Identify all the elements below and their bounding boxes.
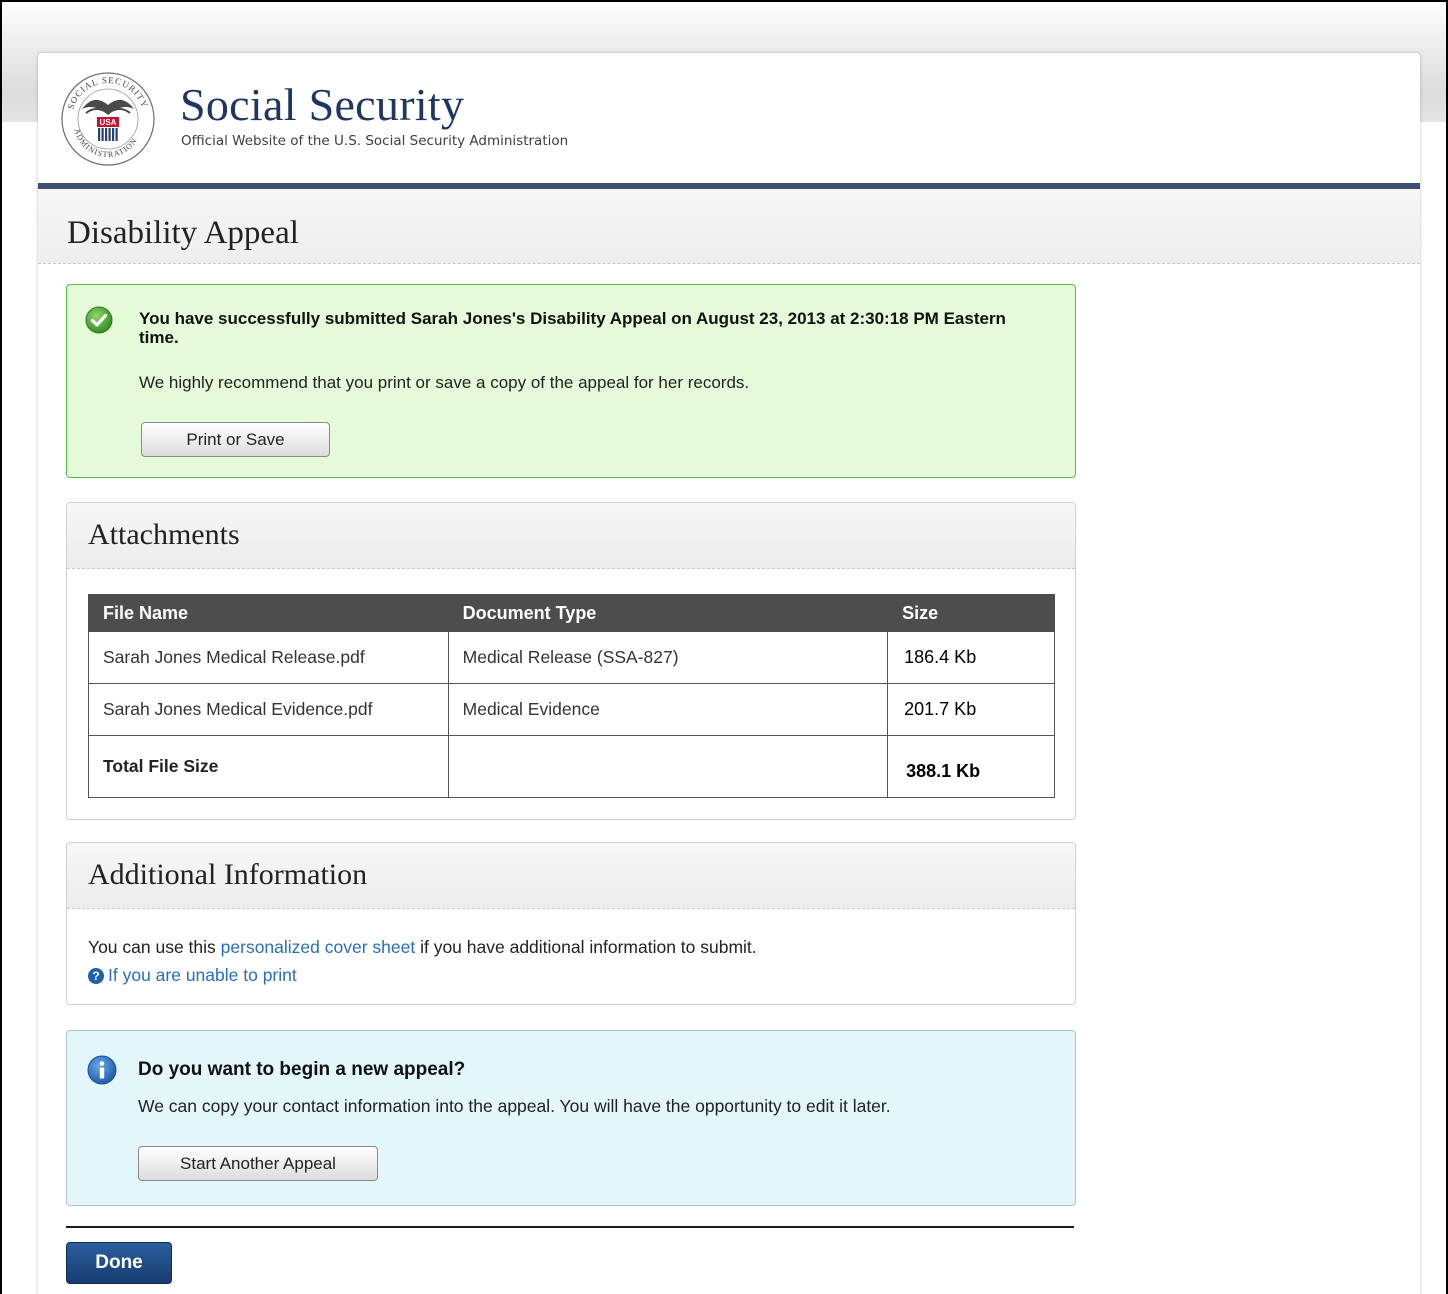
info-circle-icon: [87, 1055, 117, 1085]
new-appeal-text: We can copy your contact information int…: [138, 1096, 891, 1116]
additional-info-text-before: You can use this: [88, 937, 221, 957]
total-size-cell: 388.1 Kb: [887, 735, 1055, 798]
attachments-panel-header: Attachments: [67, 503, 1075, 569]
success-alert: You have successfully submitted Sarah Jo…: [66, 284, 1076, 478]
unable-to-print-link[interactable]: If you are unable to print: [108, 965, 297, 985]
additional-info-text: You can use this personalized cover shee…: [88, 937, 757, 958]
page-title: Disability Appeal: [67, 215, 299, 251]
brand-title: Social Security: [180, 79, 465, 130]
additional-information-panel: Additional Information You can use this …: [66, 842, 1076, 1005]
additional-info-text-after: if you have additional information to su…: [415, 937, 757, 957]
ssa-seal-logo: SOCIAL SECURITY ADMINISTRATION USA: [61, 72, 155, 166]
additional-information-title: Additional Information: [88, 858, 368, 891]
check-circle-icon: [85, 306, 113, 334]
file-size-cell: 201.7 Kb: [887, 683, 1055, 736]
table-row: Sarah Jones Medical Release.pdf Medical …: [88, 631, 1055, 684]
attachments-title: Attachments: [88, 518, 240, 551]
new-appeal-title: Do you want to begin a new appeal?: [138, 1059, 466, 1080]
total-label-cell: Total File Size: [88, 735, 449, 798]
table-row: Sarah Jones Medical Evidence.pdf Medical…: [88, 683, 1055, 736]
svg-text:USA: USA: [100, 118, 117, 127]
help-line: ? If you are unable to print: [88, 965, 297, 986]
brand-subtitle: Official Website of the U.S. Social Secu…: [181, 133, 569, 149]
window-frame: SOCIAL SECURITY ADMINISTRATION USA Socia…: [0, 0, 1448, 1294]
document-type-cell: Medical Release (SSA-827): [447, 631, 889, 684]
new-appeal-alert: Do you want to begin a new appeal? We ca…: [66, 1030, 1076, 1206]
column-header-document-type: Document Type: [447, 594, 889, 632]
attachments-panel: Attachments File Name Document Type Size…: [66, 502, 1076, 820]
main-card: SOCIAL SECURITY ADMINISTRATION USA Socia…: [38, 53, 1420, 1294]
file-name-cell: Sarah Jones Medical Evidence.pdf: [88, 683, 449, 736]
success-message-text: We highly recommend that you print or sa…: [139, 373, 750, 392]
success-message-title: You have successfully submitted Sarah Jo…: [139, 309, 1006, 347]
attachments-table: File Name Document Type Size Sarah Jones…: [88, 594, 1055, 798]
total-row: Total File Size 388.1 Kb: [88, 735, 1055, 798]
site-header: SOCIAL SECURITY ADMINISTRATION USA Socia…: [38, 53, 1420, 183]
document-type-cell: Medical Evidence: [447, 683, 889, 736]
file-name-cell: Sarah Jones Medical Release.pdf: [88, 631, 449, 684]
done-button[interactable]: Done: [66, 1242, 172, 1284]
footer-divider: [66, 1226, 1074, 1228]
file-size-cell: 186.4 Kb: [887, 631, 1055, 684]
column-header-file-name: File Name: [88, 594, 449, 632]
cover-sheet-link[interactable]: personalized cover sheet: [221, 937, 416, 957]
column-header-size: Size: [887, 594, 1055, 632]
table-header-row: File Name Document Type Size: [88, 594, 1055, 632]
print-or-save-button[interactable]: Print or Save: [141, 422, 330, 457]
total-empty-cell: [447, 735, 889, 798]
start-another-appeal-button[interactable]: Start Another Appeal: [138, 1146, 378, 1181]
question-circle-icon[interactable]: ?: [88, 968, 104, 984]
additional-information-panel-header: Additional Information: [67, 843, 1075, 909]
page-title-band: Disability Appeal: [38, 189, 1420, 264]
